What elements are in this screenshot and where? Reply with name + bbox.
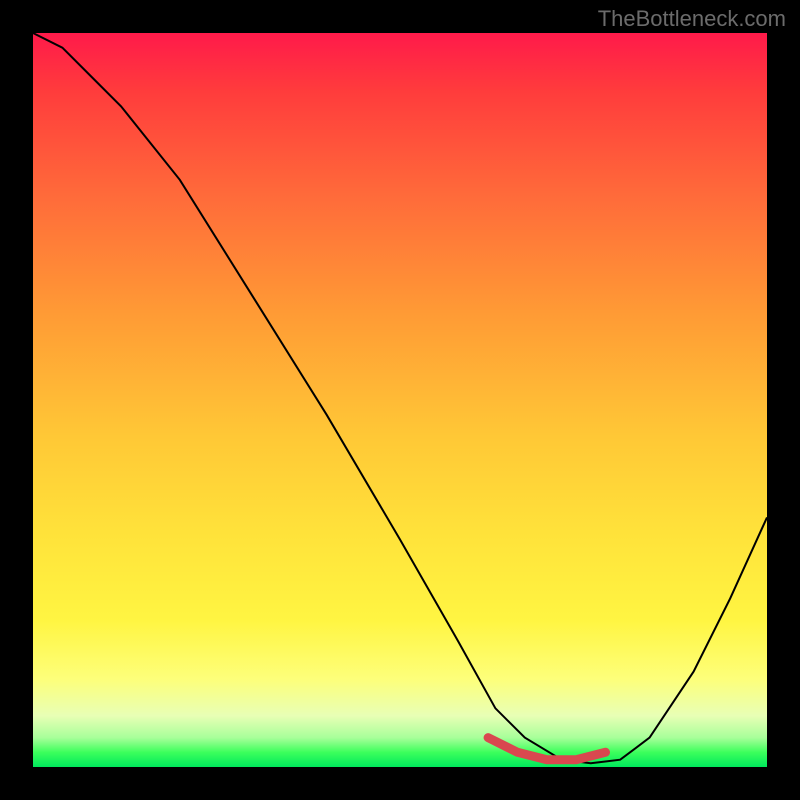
watermark-text: TheBottleneck.com <box>598 6 786 32</box>
minimum-marker-line <box>488 738 605 760</box>
chart-plot-area <box>33 33 767 767</box>
bottleneck-curve-line <box>33 33 767 763</box>
chart-svg <box>33 33 767 767</box>
